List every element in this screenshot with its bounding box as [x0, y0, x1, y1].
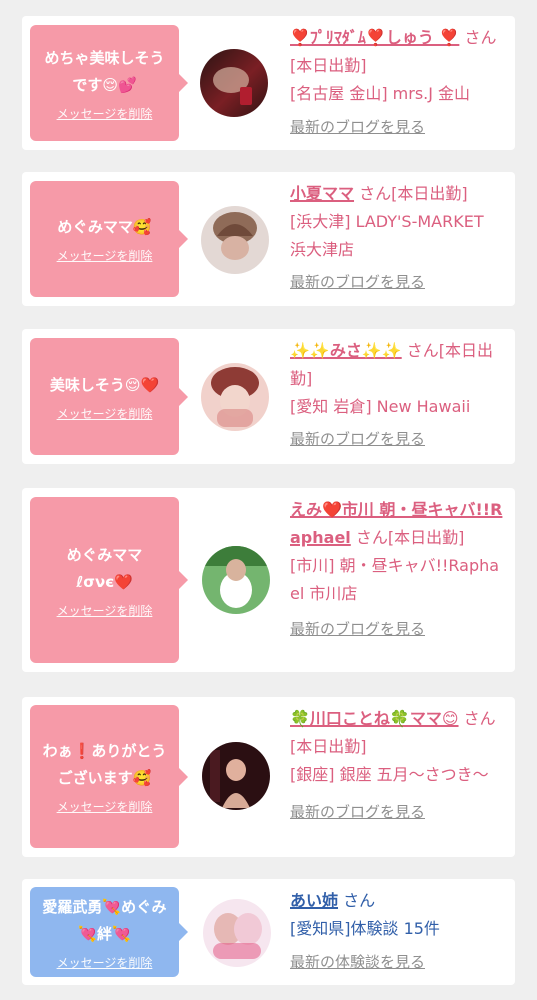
profile-status: さん — [343, 891, 376, 910]
profile-photo-icon[interactable] — [202, 546, 270, 614]
message-bubble: 美味しそう😌❤️ メッセージを削除 — [30, 338, 188, 455]
message-card: めぐみママ ℓσνє❤️ メッセージを削除 えみ❤️市川 朝・昼キャバ!!Rap… — [22, 488, 515, 672]
store-location: [市川] 朝・昼キャバ!!Raphael 市川店 — [290, 556, 500, 603]
delete-message-link[interactable]: メッセージを削除 — [57, 603, 153, 619]
profile-title: 小夏ママ さん[本日出勤] — [290, 180, 504, 208]
profile-info: 🍀川口ことね🍀ママ😊 さん[本日出勤] [銀座] 銀座 五月〜さつき〜 最新のブ… — [290, 705, 504, 823]
profile-photo-icon[interactable] — [203, 899, 271, 967]
profile-info: えみ❤️市川 朝・昼キャバ!!Raphael さん[本日出勤] [市川] 朝・昼… — [290, 496, 504, 640]
profile-photo-icon[interactable] — [201, 363, 269, 431]
message-bubble: めちゃ美味しそう です😌💕 メッセージを削除 — [30, 25, 188, 141]
store-location: [銀座] 銀座 五月〜さつき〜 — [290, 765, 489, 784]
profile-title: えみ❤️市川 朝・昼キャバ!!Raphael さん[本日出勤] — [290, 496, 504, 552]
message-card: めぐみママ🥰 メッセージを削除 小夏ママ さん[本日出勤] [浜大津] LADY… — [22, 172, 515, 306]
profile-photo-icon[interactable] — [200, 49, 268, 117]
profile-name-link[interactable]: 🍀川口ことね🍀ママ😊 — [290, 709, 459, 728]
message-text: めちゃ美味しそう です😌💕 — [44, 48, 165, 94]
profile-title: ✨✨みさ✨✨ さん[本日出勤] — [290, 337, 504, 393]
latest-blog-link[interactable]: 最新のブログを見る — [290, 618, 504, 640]
message-card: めちゃ美味しそう です😌💕 メッセージを削除 ❣️ﾌﾟﾘﾏﾀﾞﾑ❣️しゅう ❣️… — [22, 16, 515, 150]
message-text: 美味しそう😌❤️ — [49, 375, 160, 394]
message-text: 愛羅武勇💘めぐみ 💘絆💘 — [42, 897, 167, 943]
delete-message-link[interactable]: メッセージを削除 — [57, 955, 153, 971]
message-bubble: 愛羅武勇💘めぐみ 💘絆💘 メッセージを削除 — [30, 887, 188, 977]
message-card: わぁ❗️ありがとう ございます🥰 メッセージを削除 🍀川口ことね🍀ママ😊 さん[… — [22, 697, 515, 857]
message-bubble: めぐみママ ℓσνє❤️ メッセージを削除 — [30, 497, 188, 663]
latest-blog-link[interactable]: 最新のブログを見る — [290, 271, 504, 293]
message-bubble: わぁ❗️ありがとう ございます🥰 メッセージを削除 — [30, 705, 188, 848]
store-location: [浜大津] LADY'S-MARKET 浜大津店 — [290, 212, 484, 259]
profile-title: 🍀川口ことね🍀ママ😊 さん[本日出勤] — [290, 705, 504, 761]
profile-name-link[interactable]: あい姉 — [290, 891, 338, 910]
latest-blog-link[interactable]: 最新のブログを見る — [290, 116, 504, 138]
delete-message-link[interactable]: メッセージを削除 — [57, 248, 153, 264]
profile-name-link[interactable]: ✨✨みさ✨✨ — [290, 341, 402, 360]
delete-message-link[interactable]: メッセージを削除 — [57, 406, 153, 422]
message-card: 美味しそう😌❤️ メッセージを削除 ✨✨みさ✨✨ さん[本日出勤] [愛知 岩倉… — [22, 329, 515, 464]
message-text: めぐみママ🥰 — [57, 218, 152, 236]
profile-info: 小夏ママ さん[本日出勤] [浜大津] LADY'S-MARKET 浜大津店 最… — [290, 180, 504, 293]
message-text: わぁ❗️ありがとう ございます🥰 — [42, 742, 167, 787]
latest-blog-link[interactable]: 最新のブログを見る — [290, 801, 504, 823]
profile-title: ❣️ﾌﾟﾘﾏﾀﾞﾑ❣️しゅう ❣️ さん[本日出勤] — [290, 24, 504, 80]
message-card: 愛羅武勇💘めぐみ 💘絆💘 メッセージを削除 あい姉 さん [愛知県]体験談 15… — [22, 879, 515, 985]
profile-status: さん[本日出勤] — [359, 184, 468, 203]
profile-status: さん[本日出勤] — [355, 528, 465, 547]
profile-info: あい姉 さん [愛知県]体験談 15件 最新の体験談を見る — [290, 887, 504, 973]
profile-photo-icon[interactable] — [201, 206, 269, 274]
message-bubble: めぐみママ🥰 メッセージを削除 — [30, 181, 188, 297]
message-list: めちゃ美味しそう です😌💕 メッセージを削除 ❣️ﾌﾟﾘﾏﾀﾞﾑ❣️しゅう ❣️… — [0, 0, 537, 1000]
profile-title: あい姉 さん — [290, 887, 504, 915]
delete-message-link[interactable]: メッセージを削除 — [57, 106, 153, 122]
profile-info: ❣️ﾌﾟﾘﾏﾀﾞﾑ❣️しゅう ❣️ さん[本日出勤] [名古屋 金山] mrs.… — [290, 24, 504, 138]
store-location: [名古屋 金山] mrs.J 金山 — [290, 84, 471, 103]
latest-experience-link[interactable]: 最新の体験談を見る — [290, 951, 504, 973]
profile-name-link[interactable]: ❣️ﾌﾟﾘﾏﾀﾞﾑ❣️しゅう ❣️ — [290, 28, 459, 47]
latest-blog-link[interactable]: 最新のブログを見る — [290, 428, 504, 450]
delete-message-link[interactable]: メッセージを削除 — [57, 799, 153, 815]
profile-name-link[interactable]: 小夏ママ — [290, 184, 354, 203]
store-location: [愛知 岩倉] New Hawaii — [290, 397, 471, 416]
profile-info: ✨✨みさ✨✨ さん[本日出勤] [愛知 岩倉] New Hawaii 最新のブロ… — [290, 337, 504, 450]
profile-photo-icon[interactable] — [202, 742, 270, 810]
message-text: めぐみママ ℓσνє❤️ — [66, 545, 143, 591]
store-location: [愛知県]体験談 15件 — [290, 919, 440, 938]
